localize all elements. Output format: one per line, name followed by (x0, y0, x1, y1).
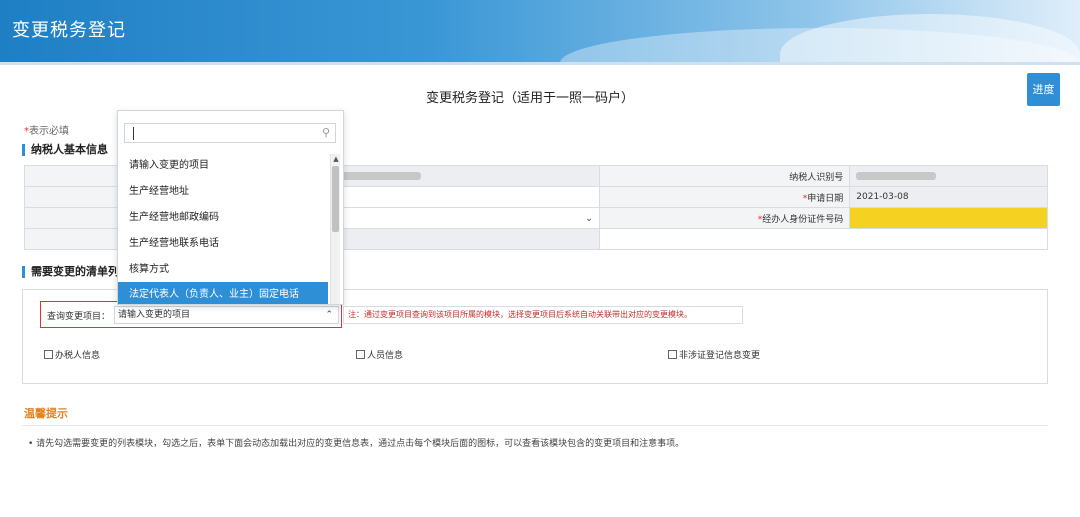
dropdown-option[interactable]: 请输入变更的项目 (118, 153, 328, 178)
text-caret (133, 127, 134, 140)
checkbox-non-certificate-change[interactable]: 非涉证登记信息变更 (668, 348, 760, 361)
checkbox-icon[interactable] (356, 350, 365, 359)
tips-title: 温馨提示 (24, 407, 68, 420)
dropdown-option[interactable]: 核算方式 (118, 257, 328, 282)
progress-button[interactable]: 进度 (1027, 73, 1060, 106)
agent-id-label: *经办人身份证件号码 (599, 207, 851, 229)
header-divider (0, 62, 1080, 65)
query-note: 注：通过变更项目查询到该项目所属的模块，选择变更项目后系统自动关联带出对应的变更… (343, 306, 743, 324)
change-item-dropdown: ⚲ 请输入变更的项目 生产经营地址 生产经营地邮政编码 生产经营地联系电话 核算… (117, 110, 344, 305)
checkbox-icon[interactable] (44, 350, 53, 359)
dropdown-option[interactable]: 生产经营地联系电话 (118, 231, 328, 256)
taxpayer-id-value (849, 165, 1048, 187)
dropdown-search-input[interactable]: ⚲ (124, 123, 336, 143)
redacted-value (341, 171, 421, 180)
apply-date-label: *申请日期 (599, 186, 851, 208)
dropdown-option[interactable]: 生产经营地邮政编码 (118, 205, 328, 230)
banner-decoration (780, 14, 1080, 62)
query-select-value: 请输入变更的项目 (118, 310, 191, 320)
dropdown-option[interactable]: 生产经营地址 (118, 179, 328, 204)
required-note-text: 表示必填 (29, 126, 69, 137)
table-value-cell (599, 228, 1048, 250)
tips-text: • 请先勾选需要变更的列表模块，勾选之后，表单下面会动态加载出对应的变更信息表，… (28, 439, 685, 449)
banner-title: 变更税务登记 (12, 20, 126, 41)
header-banner: 变更税务登记 (0, 0, 1080, 62)
section-heading-change-list: 需要变更的清单列 (22, 266, 119, 278)
query-change-box: 查询变更项目： 请输入变更的项目 ⌃ (40, 301, 342, 328)
redacted-value (856, 171, 937, 180)
checkbox-taxpayer-agent[interactable]: 办税人信息 (44, 348, 100, 361)
required-note: *表示必填 (24, 122, 69, 137)
agent-id-input[interactable] (849, 207, 1048, 229)
chevron-up-icon[interactable]: ⌃ (325, 307, 333, 323)
query-label: 查询变更项目： (47, 312, 111, 322)
search-icon[interactable]: ⚲ (322, 126, 330, 139)
taxpayer-id-label: 纳税人识别号 (599, 165, 851, 187)
scrollbar-thumb[interactable] (332, 166, 339, 232)
checkbox-personnel[interactable]: 人员信息 (356, 348, 403, 361)
query-change-select[interactable]: 请输入变更的项目 ⌃ (114, 306, 339, 324)
section-heading-taxpayer: 纳税人基本信息 (22, 144, 108, 156)
tips-divider (22, 425, 1048, 426)
checkbox-icon[interactable] (668, 350, 677, 359)
page-title: 变更税务登记（适用于一照一码户） (425, 91, 634, 106)
apply-date-value: 2021-03-08 (849, 186, 1048, 208)
chevron-down-icon[interactable]: ⌄ (585, 213, 593, 224)
dropdown-option-selected[interactable]: 法定代表人（负责人、业主）固定电话 (118, 282, 328, 304)
dropdown-scrollbar[interactable]: ▲ (330, 154, 340, 304)
scroll-up-arrow-icon[interactable]: ▲ (331, 154, 341, 164)
